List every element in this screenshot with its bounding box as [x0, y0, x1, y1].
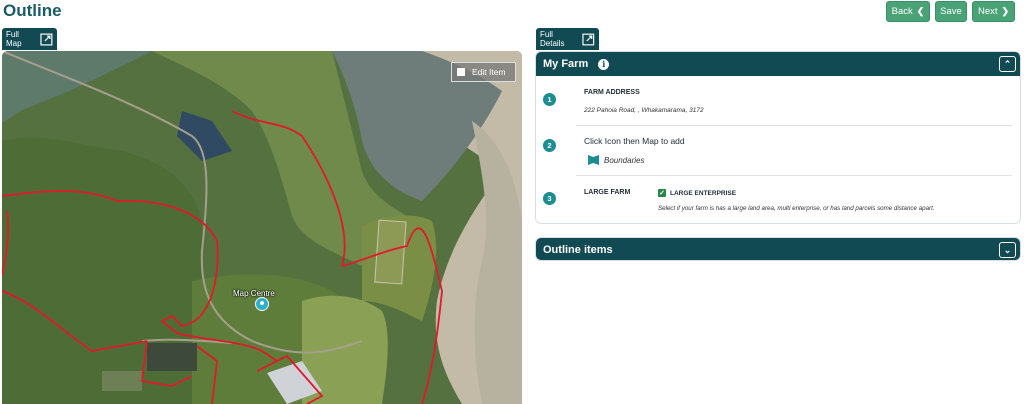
next-button-label: Next: [977, 6, 998, 17]
chevron-up-icon: ⌃: [1003, 58, 1012, 69]
my-farm-title: My Farm: [543, 58, 589, 70]
edit-item-toggle[interactable]: Edit Item: [451, 62, 516, 82]
divider: [576, 175, 1012, 176]
collapse-button[interactable]: ⌃: [999, 56, 1016, 72]
full-map-tab-label: Full Map: [6, 30, 22, 48]
next-button[interactable]: Next ❯: [972, 1, 1015, 22]
step-number: 2: [543, 139, 556, 152]
divider: [576, 125, 1012, 126]
outline-items-header[interactable]: Outline items ⌄: [536, 238, 1020, 260]
edit-item-label: Edit Item: [472, 67, 506, 77]
back-button[interactable]: Back ❮: [886, 1, 930, 22]
full-map-tab[interactable]: Full Map: [2, 28, 57, 50]
chevron-left-icon: ❮: [916, 6, 925, 16]
satellite-map[interactable]: Edit Item Map Centre: [2, 51, 522, 404]
farm-address-label: FARM ADDRESS: [584, 89, 640, 96]
map-imagery: [2, 51, 522, 404]
info-icon[interactable]: i: [598, 58, 610, 70]
chevron-down-icon: ⌄: [1003, 244, 1012, 255]
map-pin-icon[interactable]: [255, 297, 269, 311]
boundary-flag-icon: [588, 155, 599, 165]
add-instructions-label: Click Icon then Map to add: [584, 136, 685, 146]
checkbox-icon: [457, 68, 465, 76]
chevron-right-icon: ❯: [1001, 6, 1010, 16]
boundaries-label: Boundaries: [604, 155, 645, 165]
page-title: Outline: [3, 1, 62, 20]
save-button[interactable]: Save: [935, 1, 967, 22]
expand-icon: [582, 33, 595, 45]
checkmark-icon: ✓: [658, 189, 666, 197]
boundaries-tool[interactable]: Boundaries: [588, 155, 644, 165]
large-farm-label: LARGE FARM: [584, 189, 631, 196]
my-farm-header: My Farm i ⌃: [536, 52, 1020, 76]
step-number: 1: [543, 93, 556, 106]
outline-items-panel: Outline items ⌄: [535, 237, 1021, 261]
my-farm-panel: My Farm i ⌃ 1 FARM ADDRESS 222 Pahoia Ro…: [535, 51, 1021, 224]
full-details-tab[interactable]: Full Details: [536, 28, 599, 50]
expand-button[interactable]: ⌄: [999, 242, 1016, 258]
large-enterprise-label: LARGE ENTERPRISE: [670, 189, 737, 197]
expand-icon: [40, 32, 53, 46]
map-centre-label: Map Centre: [233, 289, 275, 298]
large-enterprise-checkbox[interactable]: ✓ LARGE ENTERPRISE: [658, 189, 736, 197]
save-button-label: Save: [940, 6, 962, 17]
full-details-tab-label: Full Details: [540, 30, 565, 48]
outline-items-title: Outline items: [543, 244, 613, 256]
farm-address-value: 222 Pahoia Road, , Whakamarama, 3172: [584, 107, 704, 114]
step-number: 3: [543, 192, 556, 205]
large-farm-hint: Select if your farm is has a large land …: [658, 205, 935, 212]
back-button-label: Back: [891, 6, 913, 17]
navigation-buttons: Back ❮ Save Next ❯: [886, 1, 1015, 22]
